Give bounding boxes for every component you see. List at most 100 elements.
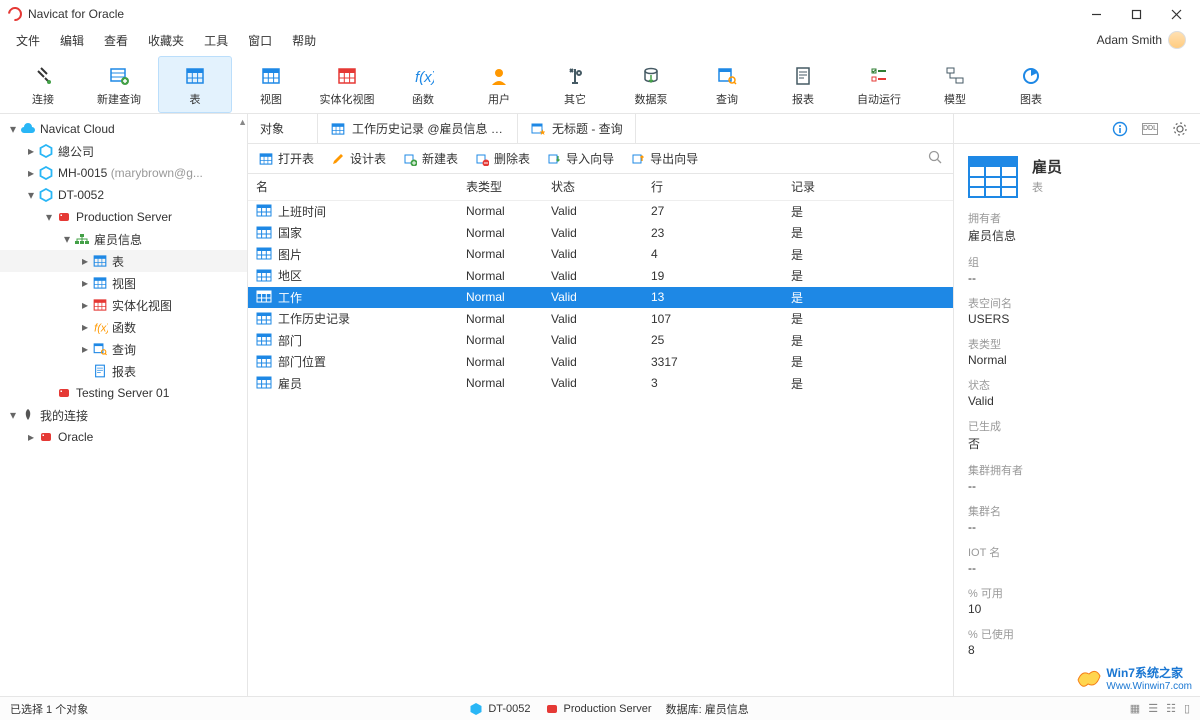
toolbar-模型[interactable]: 模型 [918,56,992,113]
toolbar-函数[interactable]: f(x)函数 [386,56,460,113]
tree-twisty-icon[interactable]: ▸ [78,254,92,268]
table-row[interactable]: 国家NormalValid23是 [248,222,953,244]
action-打开表[interactable]: 打开表 [258,150,314,167]
status-server[interactable]: Production Server [545,702,652,716]
tree-node[interactable]: ▾雇员信息 [0,228,247,250]
menu-item[interactable]: 工具 [194,29,238,52]
list-view-icon[interactable]: ☰ [1148,702,1158,715]
tree-twisty-icon[interactable]: ▸ [78,276,92,290]
status-connection[interactable]: DT-0052 [469,702,530,716]
table-icon [181,64,209,88]
content-tab[interactable]: ★无标题 - 查询 [518,114,636,143]
tree-node[interactable]: ▾我的连接 [0,404,247,426]
panel-view-icon[interactable]: ▯ [1184,702,1190,715]
grid-search-icon [92,338,108,360]
action-导出向导[interactable]: 导出向导 [630,150,698,167]
tree-node[interactable]: ▸ Oracle [0,426,247,448]
tree-node[interactable]: ▸查询 [0,338,247,360]
toolbar-用户[interactable]: 用户 [462,56,536,113]
table-row[interactable]: 上班时间NormalValid27是 [248,200,953,222]
tree-node[interactable]: ▸实体化视图 [0,294,247,316]
tree-twisty-icon[interactable]: ▸ [78,342,92,356]
action-新建表[interactable]: 新建表 [402,150,458,167]
table-row[interactable]: 地区NormalValid19是 [248,265,953,287]
column-header[interactable]: 名 [248,174,458,200]
column-header[interactable]: 行 [643,174,783,200]
tree-node[interactable]: ▾Production Server [0,206,247,228]
tree-twisty-icon[interactable]: ▸ [24,166,38,180]
tree-twisty-icon[interactable]: ▾ [24,188,38,202]
table-row[interactable]: 工作NormalValid13是 [248,287,953,309]
tree-node[interactable]: ▸视图 [0,272,247,294]
menu-item[interactable]: 查看 [94,29,138,52]
menu-item[interactable]: 编辑 [50,29,94,52]
tree-twisty-icon[interactable]: ▾ [42,210,56,224]
scroll-up-icon[interactable]: ▲ [238,117,247,127]
grid-view-icon[interactable]: ▦ [1130,702,1140,715]
tree-twisty-icon[interactable]: ▾ [6,122,20,136]
toolbar-连接[interactable]: 连接 [6,56,80,113]
column-header[interactable]: 表类型 [458,174,543,200]
column-header[interactable]: 记录 [783,174,953,200]
menu-item[interactable]: 文件 [6,29,50,52]
row-status: Valid [543,351,643,373]
property-value: Valid [968,394,1186,408]
tree-node[interactable]: ▸表 [0,250,247,272]
user-indicator[interactable]: Adam Smith [1097,31,1194,49]
tree-twisty-icon[interactable]: ▸ [78,298,92,312]
table-row[interactable]: 工作历史记录NormalValid107是 [248,308,953,330]
tree-node[interactable]: ▸總公司 [0,140,247,162]
property-value: -- [968,271,1186,285]
property: 集群名-- [968,503,1186,534]
tree-twisty-icon[interactable]: ▾ [6,408,20,422]
navigation-tree[interactable]: ▲ ▾Navicat Cloud▸總公司▸MH-0015 (marybrown@… [0,114,248,696]
tree-node[interactable]: ▾Navicat Cloud [0,118,247,140]
search-icon[interactable] [928,150,943,168]
settings-icon[interactable] [1172,121,1188,137]
toolbar-自动运行[interactable]: 自动运行 [842,56,916,113]
toolbar-实体化视图[interactable]: 实体化视图 [310,56,384,113]
table-row[interactable]: 部门位置NormalValid3317是 [248,351,953,373]
tree-twisty-icon[interactable]: ▸ [24,430,38,444]
window-minimize-button[interactable] [1076,0,1116,28]
export-icon [630,151,646,167]
toolbar-表[interactable]: 表 [158,56,232,113]
tree-twisty-icon[interactable]: ▾ [60,232,74,246]
info-icon[interactable] [1112,121,1128,137]
column-header[interactable]: 状态 [543,174,643,200]
toolbar-新建查询[interactable]: 新建查询 [82,56,156,113]
tree-node[interactable]: Testing Server 01 [0,382,247,404]
toolbar-其它[interactable]: 其它 [538,56,612,113]
action-删除表[interactable]: 删除表 [474,150,530,167]
toolbar-视图[interactable]: 视图 [234,56,308,113]
tab-label: 无标题 - 查询 [552,120,623,137]
status-view-icons[interactable]: ▦ ☰ ☷ ▯ [1130,702,1190,715]
tree-label: Oracle [58,430,93,444]
toolbar-数据泵[interactable]: 数据泵 [614,56,688,113]
table-row[interactable]: 部门NormalValid25是 [248,330,953,352]
window-maximize-button[interactable] [1116,0,1156,28]
menu-item[interactable]: 帮助 [282,29,326,52]
tree-node[interactable]: ▾DT-0052 [0,184,247,206]
toolbar-查询[interactable]: 查询 [690,56,764,113]
action-导入向导[interactable]: 导入向导 [546,150,614,167]
tree-twisty-icon[interactable]: ▸ [78,320,92,334]
action-设计表[interactable]: 设计表 [330,150,386,167]
table-list[interactable]: 名表类型状态行记录上班时间NormalValid27是国家NormalValid… [248,174,953,696]
tree-node[interactable]: ▸f(x)函数 [0,316,247,338]
tree-node[interactable]: ▸MH-0015 (marybrown@g... [0,162,247,184]
menu-item[interactable]: 窗口 [238,29,282,52]
window-close-button[interactable] [1156,0,1196,28]
content-tab[interactable]: 工作历史记录 @雇员信息 (Pr... [318,114,518,143]
table-row[interactable]: 雇员NormalValid3是 [248,373,953,395]
tree-node[interactable]: 报表 [0,360,247,382]
content-tab[interactable]: 对象 [248,114,318,143]
tree-twisty-icon[interactable]: ▸ [24,144,38,158]
table-row[interactable]: 图片NormalValid4是 [248,244,953,266]
toolbar-图表[interactable]: 图表 [994,56,1068,113]
server-icon [545,702,559,716]
menu-item[interactable]: 收藏夹 [138,29,194,52]
toolbar-报表[interactable]: 报表 [766,56,840,113]
ddl-button[interactable]: DDL [1142,123,1158,135]
detail-view-icon[interactable]: ☷ [1166,702,1176,715]
